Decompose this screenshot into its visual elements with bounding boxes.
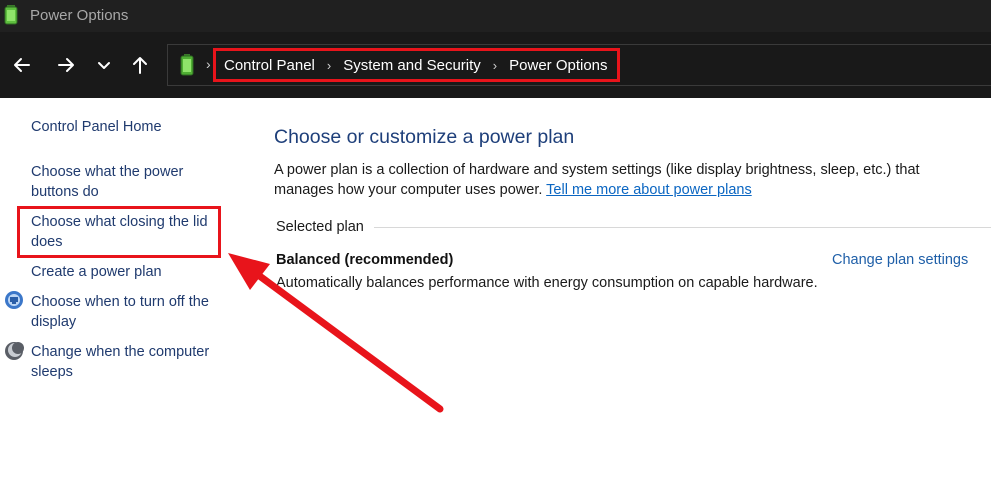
annotation-highlight-box [17,206,221,258]
divider [374,227,991,228]
battery-icon [180,54,194,76]
arrow-right-icon [58,58,74,72]
battery-icon [4,5,18,25]
chevron-right-icon[interactable]: › [327,58,331,73]
page-description: A power plan is a collection of hardware… [274,160,974,200]
page-title: Choose or customize a power plan [274,126,575,148]
breadcrumb-system-and-security[interactable]: System and Security [343,57,481,74]
sidebar-item-label: Create a power plan [31,264,162,280]
moon-icon [5,342,24,360]
change-plan-settings-link[interactable]: Change plan settings [832,252,968,268]
title-bar: Power Options [0,0,991,32]
plan-name: Balanced (recommended) [276,252,454,268]
sidebar-item-create-power-plan[interactable]: Create a power plan [31,262,162,282]
monitor-icon [5,291,23,309]
breadcrumb-power-options[interactable]: Power Options [509,57,607,74]
recent-locations-button[interactable] [91,52,117,78]
description-line: manages how your computer uses power. [274,182,547,198]
sidebar-item-label: buttons do [31,184,99,200]
description-line: A power plan is a collection of hardware… [274,162,920,178]
breadcrumb-control-panel[interactable]: Control Panel [224,57,315,74]
learn-more-link[interactable]: Tell me more about power plans [546,182,752,198]
sidebar-item-label: sleeps [31,364,73,380]
selected-plan-label: Selected plan [276,219,364,235]
up-button[interactable] [127,52,153,78]
sidebar-item-label: Choose what the power [31,164,184,180]
breadcrumb: Control Panel › System and Security › Po… [213,48,620,82]
sidebar-item-label: display [31,314,77,330]
sidebar-item-label: Control Panel Home [31,119,162,135]
arrow-left-icon [14,58,30,72]
address-bar[interactable]: › Control Panel › System and Security › … [167,44,991,86]
arrow-up-icon [133,57,147,74]
back-button[interactable] [9,52,35,78]
plan-description: Automatically balances performance with … [276,275,818,291]
chevron-down-icon [98,62,110,69]
breadcrumb-root-chevron-icon[interactable]: › [206,56,211,72]
sidebar-item-label: Change when the computer [31,344,210,360]
forward-button[interactable] [53,52,79,78]
chevron-right-icon[interactable]: › [493,58,497,73]
sidebar-item-control-panel-home[interactable]: Control Panel Home [31,117,162,137]
window-title: Power Options [30,7,129,24]
sidebar-item-label: Choose when to turn off the [31,294,209,310]
sidebar-item-power-buttons[interactable]: Choose what the power buttons do [31,162,183,202]
sidebar-item-turn-off-display[interactable]: Choose when to turn off the display [31,292,209,332]
sidebar-item-computer-sleeps[interactable]: Change when the computer sleeps [31,342,209,382]
navigation-bar: › Control Panel › System and Security › … [0,32,991,98]
